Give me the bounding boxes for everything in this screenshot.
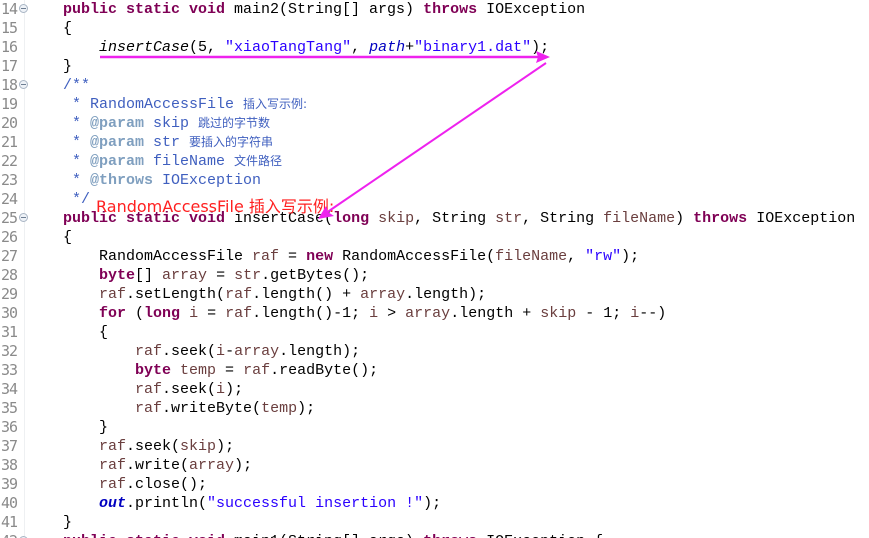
- code-editor[interactable]: 14 public static void main2(String[] args…: [0, 0, 869, 538]
- annotation-arrows: [100, 51, 550, 219]
- arrowhead-right: [536, 51, 550, 63]
- diagonal-arrow: [325, 62, 547, 214]
- arrowhead-down-left: [318, 206, 334, 219]
